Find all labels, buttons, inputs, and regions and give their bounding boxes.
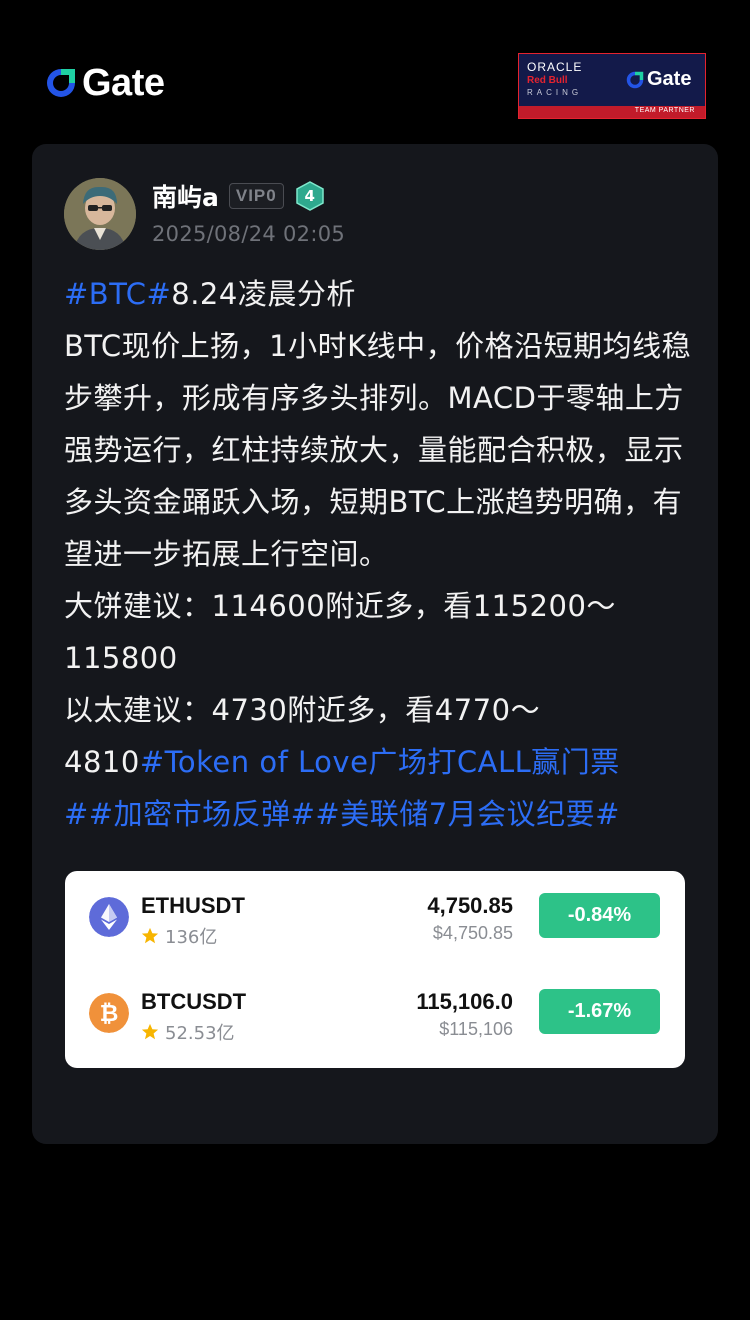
eth-advice: 以太建议：4730附近多，看4770～ (64, 693, 541, 727)
ticker-volume: 136亿 (165, 927, 218, 948)
post-content: #BTC#8.24凌晨分析 BTC现价上扬，1小时K线中，价格沿短期均线稳步攀升… (64, 268, 704, 840)
ticker-pair: BTCUSDT (141, 989, 247, 1014)
ticker-change-badge: -0.84% (539, 893, 660, 938)
btc-icon: ₿ (89, 993, 129, 1033)
username[interactable]: 南屿a (152, 178, 219, 214)
star-icon[interactable] (141, 1023, 159, 1041)
gate-logo[interactable]: Gate (44, 61, 165, 104)
post-body: BTC现价上扬，1小时K线中，价格沿短期均线稳步攀升，形成有序多头排列。MACD… (64, 329, 692, 571)
avatar-image (64, 178, 136, 250)
racing-text: RACING (527, 88, 583, 97)
vip-badge: VIP0 (228, 183, 284, 209)
level-badge: 4 (295, 181, 324, 211)
ticker-row-btcusdt[interactable]: ₿ BTCUSDT 52.53亿 115,106.0 $115,106 -1.6… (65, 989, 685, 1069)
partner-gate-text: Gate (647, 68, 692, 90)
hashtag-market[interactable]: ##加密市场反弹##美联储7月会议纪要# (64, 797, 620, 831)
oracle-text: ORACLE (527, 60, 583, 74)
team-partner-text: TEAM PARTNER (634, 107, 695, 114)
hashtag-btc[interactable]: #BTC# (64, 277, 171, 311)
redbull-text: Red Bull (527, 75, 568, 86)
ticker-row-ethusdt[interactable]: ETHUSDT 136亿 4,750.85 $4,750.85 -0.84% (65, 893, 685, 973)
team-partner-banner: ORACLE Red Bull RACING Gate TEAM PARTNER (518, 53, 706, 119)
level-number: 4 (304, 187, 315, 205)
ticker-volume: 52.53亿 (165, 1023, 235, 1044)
ticker-usd-price: $115,106 (439, 1019, 513, 1039)
ticker-price: 4,750.85 (427, 893, 513, 918)
ticker-usd-price: $4,750.85 (432, 923, 513, 943)
star-icon[interactable] (141, 927, 159, 945)
partner-strip: TEAM PARTNER (519, 106, 705, 118)
eth-icon (89, 897, 129, 937)
gate-logo-text: Gate (82, 61, 165, 104)
eth-advice-target: 4810 (64, 745, 140, 779)
svg-text:₿: ₿ (100, 1001, 119, 1027)
avatar[interactable] (64, 178, 136, 250)
gate-logo-small-icon (626, 71, 644, 88)
post-title: 8.24凌晨分析 (171, 277, 356, 311)
ticker-price: 115,106.0 (416, 989, 513, 1014)
ticker-change-badge: -1.67% (539, 989, 660, 1034)
gate-logo-icon (47, 69, 75, 97)
btc-advice: 大饼建议：114600附近多，看115200～115800 (64, 589, 616, 675)
ticker-list: ETHUSDT 136亿 4,750.85 $4,750.85 -0.84% ₿… (65, 871, 685, 1068)
post-timestamp: 2025/08/24 02:05 (152, 222, 346, 246)
post-card: 南屿a VIP0 4 2025/08/24 02:05 #BTC#8.24凌晨分… (32, 144, 718, 1144)
ticker-pair: ETHUSDT (141, 893, 245, 918)
hashtag-token-of-love[interactable]: #Token of Love广场打CALL赢门票 (140, 745, 620, 779)
partner-gate-logo: Gate (625, 68, 691, 91)
